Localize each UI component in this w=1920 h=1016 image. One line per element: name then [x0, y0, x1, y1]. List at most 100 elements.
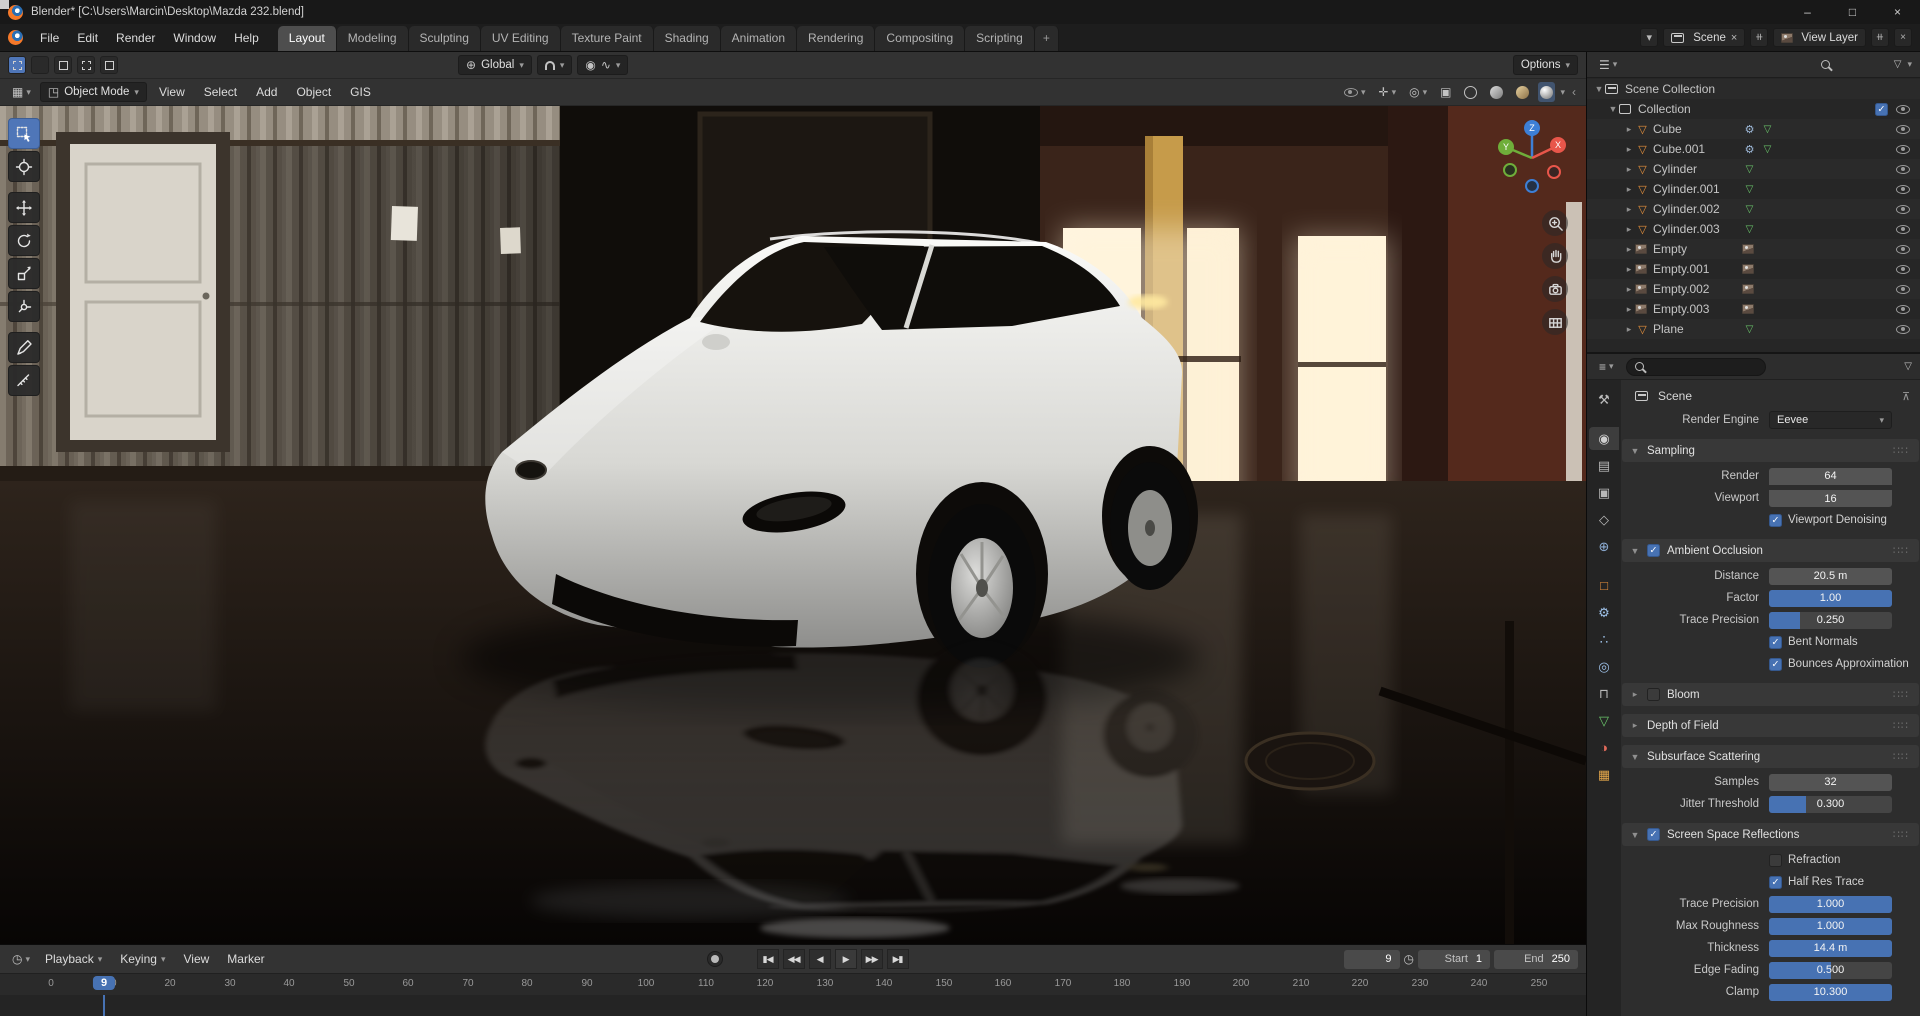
disclosure-icon[interactable]: ▸	[1623, 324, 1635, 335]
outliner-row-cylinder[interactable]: ▸ ▽ Cylinder ▽	[1587, 159, 1920, 179]
shading-wireframe-button[interactable]	[1460, 82, 1481, 102]
filter-funnel-icon[interactable]: ▽	[1904, 361, 1912, 372]
timeline-editor-type-button[interactable]: ◷ ▾	[8, 949, 34, 969]
select-mode-subtract-icon[interactable]	[77, 56, 95, 74]
workspace-tab-shading[interactable]: Shading	[653, 26, 721, 51]
viewport-menu-gis[interactable]: GIS	[343, 85, 378, 99]
workspace-tab-scripting[interactable]: Scripting	[965, 26, 1035, 51]
disclosure-icon[interactable]: ▸	[1623, 204, 1635, 215]
hide-in-viewport-toggle[interactable]	[1896, 324, 1910, 334]
viewport-menu-select[interactable]: Select	[197, 85, 244, 99]
current-frame-field[interactable]: 9	[1343, 949, 1400, 969]
timeline-menu-keying[interactable]: Keying ▾	[113, 952, 172, 966]
pan-hand-icon[interactable]	[1542, 243, 1568, 269]
workspace-tab-sculpting[interactable]: Sculpting	[408, 26, 481, 51]
scene-browse-button[interactable]: ▾	[1640, 28, 1659, 47]
viewport-menu-view[interactable]: View	[152, 85, 192, 99]
outliner-row-cube[interactable]: ▸ ▽ Cube ⚙ ▽	[1587, 119, 1920, 139]
jump-to-start-button[interactable]: ▮◀	[756, 949, 779, 969]
outliner-row-cylinder-003[interactable]: ▸ ▽ Cylinder.003 ▽	[1587, 219, 1920, 239]
transform-orientation-dropdown[interactable]: ⊕ Global ▾	[458, 55, 532, 75]
hide-in-viewport-toggle[interactable]	[1896, 124, 1910, 134]
tab-constraints[interactable]: ⊓	[1589, 682, 1619, 705]
panel-screen-space-reflections[interactable]: ▼ Screen Space Reflections ∷∷	[1622, 823, 1919, 846]
tool-move[interactable]	[8, 192, 40, 223]
panel-ambient-occlusion[interactable]: ▼ Ambient Occlusion ∷∷	[1622, 539, 1919, 562]
use-preview-range-icon[interactable]: ◷	[1404, 952, 1414, 966]
disclosure-icon[interactable]: ▸	[1623, 164, 1635, 175]
tool-select-box[interactable]	[8, 118, 40, 149]
sss-jitter-slider[interactable]: 0.300	[1769, 795, 1892, 813]
refraction-checkbox[interactable]	[1769, 853, 1782, 867]
camera-view-icon[interactable]	[1542, 276, 1568, 302]
tab-object-data[interactable]: ▽	[1589, 709, 1619, 732]
timeline-ruler[interactable]: 0 10 20 30 40 50 60 70 80 90 100 110 120…	[0, 973, 1586, 995]
ssr-max-roughness-slider[interactable]: 1.000	[1769, 917, 1892, 935]
add-workspace-button[interactable]: +	[1034, 26, 1059, 51]
properties-search-input[interactable]	[1625, 357, 1766, 376]
tab-texture[interactable]: ▦	[1589, 763, 1619, 786]
tool-cursor[interactable]	[8, 151, 40, 182]
hide-in-viewport-toggle[interactable]	[1896, 304, 1910, 314]
outliner-row-empty[interactable]: ▸ Empty	[1587, 239, 1920, 259]
tab-tool[interactable]: ⚒	[1589, 388, 1619, 411]
ssr-checkbox[interactable]	[1647, 828, 1660, 841]
xray-toggle[interactable]: ▣	[1436, 82, 1455, 102]
proportional-editing-dropdown[interactable]: ◉ ∿ ▾	[577, 55, 629, 75]
select-mode-invert-icon[interactable]	[100, 56, 118, 74]
tab-scene[interactable]: ◇	[1589, 508, 1619, 531]
next-keyframe-button[interactable]: ▶▶	[860, 949, 883, 969]
timeline-menu-view[interactable]: View	[176, 952, 216, 966]
tab-render[interactable]: ◉	[1589, 427, 1619, 450]
gizmos-dropdown[interactable]: ✛ ▾	[1375, 82, 1401, 102]
start-frame-field[interactable]: Start 1	[1418, 949, 1491, 969]
sampling-render-field[interactable]: 64	[1769, 467, 1892, 485]
play-button[interactable]: ▶	[834, 949, 857, 969]
zoom-icon[interactable]	[1542, 210, 1568, 236]
outliner-row-empty-002[interactable]: ▸ Empty.002	[1587, 279, 1920, 299]
scene-selector[interactable]: Scene ×	[1663, 28, 1746, 47]
render-engine-dropdown[interactable]: Eevee ▾	[1769, 411, 1892, 429]
ssr-trace-precision-slider[interactable]: 1.000	[1769, 895, 1892, 913]
shading-rendered-button[interactable]	[1538, 82, 1556, 102]
sampling-viewport-field[interactable]: 16	[1769, 490, 1892, 507]
timeline-track[interactable]	[0, 995, 1586, 1016]
tab-physics[interactable]: ◎	[1589, 655, 1619, 678]
workspace-tab-layout[interactable]: Layout	[277, 26, 337, 51]
hide-in-viewport-toggle[interactable]	[1896, 264, 1910, 274]
navigation-gizmo[interactable]: Z Y X	[1490, 116, 1574, 200]
panel-drag-handle[interactable]: ∷∷	[1893, 750, 1909, 763]
disclosure-icon[interactable]: ▸	[1623, 304, 1635, 315]
panel-sampling[interactable]: ▼ Sampling ∷∷	[1622, 439, 1919, 462]
viewport-canvas[interactable]: Z Y X	[0, 106, 1586, 944]
tool-scale[interactable]	[8, 258, 40, 289]
collection-hide-toggle[interactable]	[1896, 104, 1910, 114]
snapping-dropdown[interactable]: ▾	[536, 55, 573, 75]
options-dropdown[interactable]: Options ▾	[1512, 55, 1578, 75]
collection-exclude-checkbox[interactable]	[1875, 102, 1888, 116]
search-icon[interactable]	[1820, 60, 1830, 69]
ambient-occlusion-checkbox[interactable]	[1647, 544, 1660, 557]
shading-material-button[interactable]	[1512, 82, 1533, 102]
menu-window[interactable]: Window	[164, 24, 225, 51]
timeline-menu-playback[interactable]: Playback ▾	[38, 952, 109, 966]
outliner-row-empty-003[interactable]: ▸ Empty.003	[1587, 299, 1920, 319]
collapse-header-arrow-icon[interactable]: ‹	[1570, 85, 1578, 99]
active-tool-icon[interactable]	[8, 56, 26, 74]
disclosure-icon[interactable]: ▸	[1623, 124, 1635, 135]
ao-trace-precision-slider[interactable]: 0.250	[1769, 611, 1892, 629]
panel-subsurface-scattering[interactable]: ▼ Subsurface Scattering ∷∷	[1622, 745, 1919, 768]
outliner-row-collection[interactable]: ▼ Collection	[1587, 99, 1920, 119]
hide-in-viewport-toggle[interactable]	[1896, 224, 1910, 234]
outliner-row-cylinder-002[interactable]: ▸ ▽ Cylinder.002 ▽	[1587, 199, 1920, 219]
menu-render[interactable]: Render	[107, 24, 164, 51]
remove-view-layer-button[interactable]: ×	[1894, 28, 1912, 47]
jump-to-end-button[interactable]: ▶▮	[886, 949, 909, 969]
tab-world[interactable]: ⊕	[1589, 535, 1619, 558]
workspace-tab-modeling[interactable]: Modeling	[336, 26, 409, 51]
mode-dropdown[interactable]: ◳ Object Mode ▾	[39, 82, 147, 102]
tool-transform[interactable]	[8, 291, 40, 322]
new-view-layer-button[interactable]: ⧺	[1871, 28, 1889, 47]
disclosure-icon[interactable]: ▸	[1623, 224, 1635, 235]
tab-particles[interactable]: ∴	[1589, 628, 1619, 651]
